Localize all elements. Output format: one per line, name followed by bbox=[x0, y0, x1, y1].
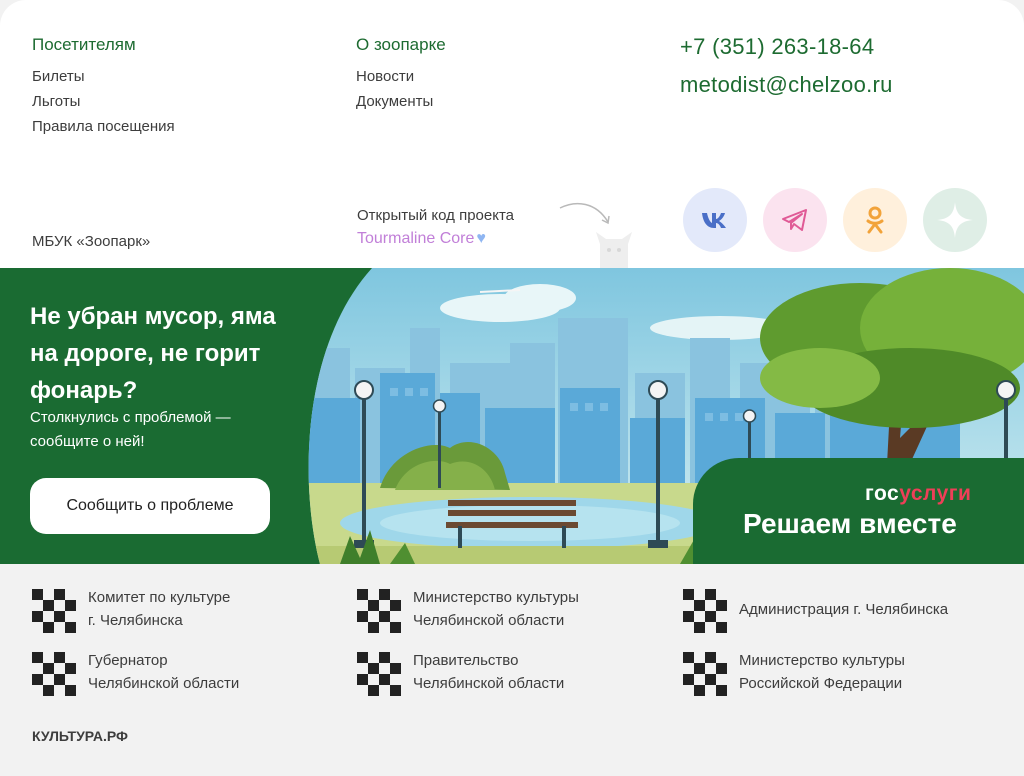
tickets-link[interactable]: Билеты bbox=[32, 64, 175, 89]
checker-logo-icon bbox=[357, 589, 401, 633]
footer-top: Посетителям Билеты Льготы Правила посеще… bbox=[0, 0, 1024, 268]
gosuslugi-slogan: Решаем вместе bbox=[743, 508, 957, 539]
cat-mascot-icon bbox=[596, 232, 632, 268]
dzen-button[interactable] bbox=[923, 188, 987, 252]
partner-label: Министерство культуры Российской Федерац… bbox=[739, 652, 905, 692]
report-problem-button[interactable]: Сообщить о проблеме bbox=[30, 478, 270, 534]
gosuslugi-logo-part2: услуги bbox=[899, 482, 972, 505]
email-link[interactable]: metodist@chelzoo.ru bbox=[680, 72, 893, 98]
kultura-rf-link[interactable]: КУЛЬТУРА.РФ bbox=[32, 728, 128, 744]
checker-logo-icon bbox=[357, 652, 401, 696]
about-column: О зоопарке Новости Документы bbox=[356, 34, 446, 114]
news-link[interactable]: Новости bbox=[356, 64, 446, 89]
banner-subtitle: Столкнулись с проблемой — сообщите о ней… bbox=[30, 409, 231, 450]
visitors-column: Посетителям Билеты Льготы Правила посеще… bbox=[32, 34, 175, 139]
about-title: О зоопарке bbox=[356, 35, 446, 54]
rules-link[interactable]: Правила посещения bbox=[32, 114, 175, 139]
report-problem-banner: Не убран мусор, яма на дороге, не горит … bbox=[0, 268, 1024, 564]
open-source-label: Открытый код проекта bbox=[357, 207, 515, 224]
tourmaline-core-link[interactable]: Tourmaline Core ♥ bbox=[357, 230, 486, 248]
partner-label: Комитет по культуре г. Челябинска bbox=[88, 589, 231, 629]
odnoklassniki-button[interactable] bbox=[843, 188, 907, 252]
vk-icon bbox=[702, 213, 726, 228]
checker-logo-icon bbox=[32, 652, 76, 696]
checker-logo-icon bbox=[32, 589, 76, 633]
partner-label: Администрация г. Челябинска bbox=[739, 601, 949, 618]
banner-title: Не убран мусор, яма на дороге, не горит … bbox=[30, 303, 276, 404]
visitors-title: Посетителям bbox=[32, 35, 136, 54]
benefits-link[interactable]: Льготы bbox=[32, 89, 175, 114]
star-icon bbox=[937, 202, 973, 238]
telegram-icon bbox=[782, 209, 807, 231]
documents-link[interactable]: Документы bbox=[356, 89, 446, 114]
partner-label: Правительство Челябинской области bbox=[413, 652, 565, 692]
checker-logo-icon bbox=[683, 589, 727, 633]
checker-logo-icon bbox=[683, 652, 727, 696]
vk-button[interactable] bbox=[683, 188, 747, 252]
curved-arrow-icon bbox=[559, 202, 610, 225]
tourmaline-core-label: Tourmaline Core bbox=[357, 230, 475, 247]
partner-label: Министерство культуры Челябинской област… bbox=[413, 589, 579, 629]
organization-name: МБУК «Зоопарк» bbox=[32, 233, 151, 250]
telegram-button[interactable] bbox=[763, 188, 827, 252]
partner-label: Губернатор Челябинской области bbox=[88, 652, 240, 692]
gosuslugi-logo-part1: гос bbox=[865, 482, 900, 505]
heart-icon: ♥ bbox=[476, 230, 486, 247]
gosuslugi-logo: госуслуги bbox=[865, 482, 971, 506]
odnoklassniki-icon bbox=[866, 206, 884, 234]
phone-link[interactable]: +7 (351) 263-18-64 bbox=[680, 34, 874, 60]
